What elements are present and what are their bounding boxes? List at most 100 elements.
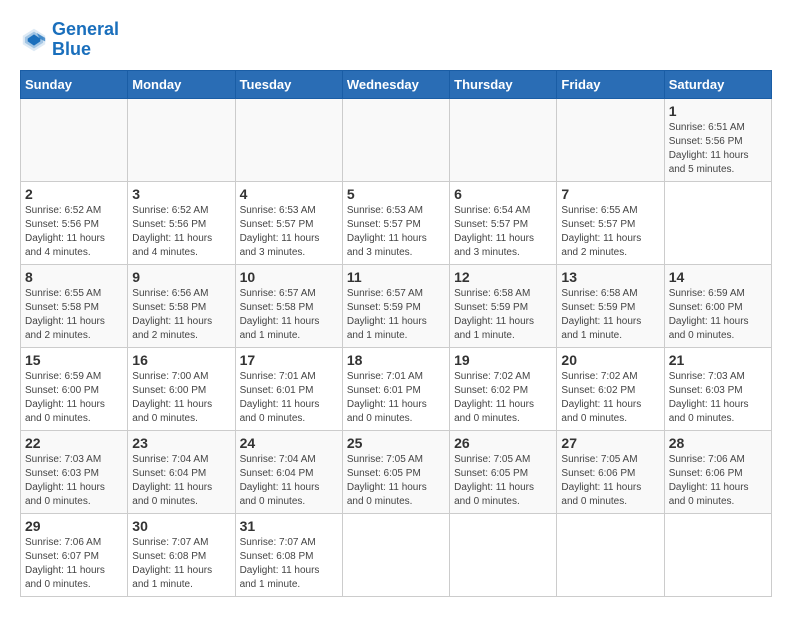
day-number: 8 — [25, 269, 123, 285]
header-cell-friday: Friday — [557, 70, 664, 98]
day-cell — [128, 98, 235, 181]
header-row: SundayMondayTuesdayWednesdayThursdayFrid… — [21, 70, 772, 98]
day-info: Sunrise: 7:01 AM Sunset: 6:01 PM Dayligh… — [347, 370, 445, 426]
day-cell — [450, 98, 557, 181]
day-info: Sunrise: 6:58 AM Sunset: 5:59 PM Dayligh… — [454, 287, 552, 343]
day-number: 26 — [454, 435, 552, 451]
day-cell: 11Sunrise: 6:57 AM Sunset: 5:59 PM Dayli… — [342, 264, 449, 347]
week-row-2: 2 Sunrise: 6:52 AM Sunset: 5:56 PM Daylig… — [21, 181, 772, 264]
day-number: 21 — [669, 352, 767, 368]
day-info: Sunrise: 6:56 AM Sunset: 5:58 PM Dayligh… — [132, 287, 230, 343]
day-info: Sunrise: 7:02 AM Sunset: 6:02 PM Dayligh… — [561, 370, 659, 426]
day-info: Sunrise: 6:54 AM Sunset: 5:57 PM Dayligh… — [454, 204, 552, 260]
day-number: 5 — [347, 186, 445, 202]
day-cell: 15 Sunrise: 6:59 AM Sunset: 6:00 PM Dayli… — [21, 347, 128, 430]
day-cell: 9 Sunrise: 6:56 AM Sunset: 5:58 PM Daylig… — [128, 264, 235, 347]
logo: General Blue — [20, 20, 119, 60]
day-number: 12 — [454, 269, 552, 285]
header-cell-saturday: Saturday — [664, 70, 771, 98]
day-number: 28 — [669, 435, 767, 451]
day-cell — [342, 98, 449, 181]
day-info: Sunrise: 6:57 AM Sunset: 5:58 PM Dayligh… — [240, 287, 338, 343]
day-cell: 27 Sunrise: 7:05 AM Sunset: 6:06 PM Dayli… — [557, 430, 664, 513]
day-info: Sunrise: 7:04 AM Sunset: 6:04 PM Dayligh… — [240, 453, 338, 509]
day-info: Sunrise: 6:58 AM Sunset: 5:59 PM Dayligh… — [561, 287, 659, 343]
day-info: Sunrise: 6:57 AM Sunset: 5:59 PM Dayligh… — [347, 287, 445, 343]
day-number: 25 — [347, 435, 445, 451]
day-cell: 6Sunrise: 6:54 AM Sunset: 5:57 PM Daylig… — [450, 181, 557, 264]
week-row-5: 22Sunrise: 7:03 AM Sunset: 6:03 PM Dayli… — [21, 430, 772, 513]
day-number: 9 — [132, 269, 230, 285]
day-cell — [235, 98, 342, 181]
logo-text: General Blue — [52, 20, 119, 60]
calendar-body: 1 Sunrise: 6:51 AM Sunset: 5:56 PM Daylig… — [21, 98, 772, 596]
day-number: 18 — [347, 352, 445, 368]
day-info: Sunrise: 6:59 AM Sunset: 6:00 PM Dayligh… — [669, 287, 767, 343]
day-cell: 13 Sunrise: 6:58 AM Sunset: 5:59 PM Dayli… — [557, 264, 664, 347]
header-cell-tuesday: Tuesday — [235, 70, 342, 98]
day-cell: 26Sunrise: 7:05 AM Sunset: 6:05 PM Dayli… — [450, 430, 557, 513]
day-info: Sunrise: 6:52 AM Sunset: 5:56 PM Dayligh… — [25, 204, 123, 260]
day-info: Sunrise: 7:03 AM Sunset: 6:03 PM Dayligh… — [25, 453, 123, 509]
day-cell: 19 Sunrise: 7:02 AM Sunset: 6:02 PM Dayli… — [450, 347, 557, 430]
day-info: Sunrise: 7:05 AM Sunset: 6:06 PM Dayligh… — [561, 453, 659, 509]
day-number: 2 — [25, 186, 123, 202]
day-cell — [21, 98, 128, 181]
day-cell: 22Sunrise: 7:03 AM Sunset: 6:03 PM Dayli… — [21, 430, 128, 513]
day-cell — [664, 513, 771, 596]
day-cell: 12 Sunrise: 6:58 AM Sunset: 5:59 PM Dayli… — [450, 264, 557, 347]
day-cell: 28 Sunrise: 7:06 AM Sunset: 6:06 PM Dayli… — [664, 430, 771, 513]
day-number: 27 — [561, 435, 659, 451]
day-cell: 4Sunrise: 6:53 AM Sunset: 5:57 PM Daylig… — [235, 181, 342, 264]
day-info: Sunrise: 7:07 AM Sunset: 6:08 PM Dayligh… — [132, 536, 230, 592]
day-info: Sunrise: 7:04 AM Sunset: 6:04 PM Dayligh… — [132, 453, 230, 509]
day-cell: 23Sunrise: 7:04 AM Sunset: 6:04 PM Dayli… — [128, 430, 235, 513]
day-cell: 25 Sunrise: 7:05 AM Sunset: 6:05 PM Dayli… — [342, 430, 449, 513]
day-cell: 18 Sunrise: 7:01 AM Sunset: 6:01 PM Dayli… — [342, 347, 449, 430]
week-row-4: 15 Sunrise: 6:59 AM Sunset: 6:00 PM Dayli… — [21, 347, 772, 430]
calendar-header: SundayMondayTuesdayWednesdayThursdayFrid… — [21, 70, 772, 98]
day-cell: 8 Sunrise: 6:55 AM Sunset: 5:58 PM Daylig… — [21, 264, 128, 347]
header-cell-wednesday: Wednesday — [342, 70, 449, 98]
day-cell — [557, 513, 664, 596]
day-cell: 16 Sunrise: 7:00 AM Sunset: 6:00 PM Dayli… — [128, 347, 235, 430]
day-info: Sunrise: 7:02 AM Sunset: 6:02 PM Dayligh… — [454, 370, 552, 426]
day-info: Sunrise: 6:53 AM Sunset: 5:57 PM Dayligh… — [240, 204, 338, 260]
day-cell: 2 Sunrise: 6:52 AM Sunset: 5:56 PM Daylig… — [21, 181, 128, 264]
day-number: 13 — [561, 269, 659, 285]
header-cell-sunday: Sunday — [21, 70, 128, 98]
day-info: Sunrise: 7:05 AM Sunset: 6:05 PM Dayligh… — [347, 453, 445, 509]
day-number: 3 — [132, 186, 230, 202]
day-info: Sunrise: 7:00 AM Sunset: 6:00 PM Dayligh… — [132, 370, 230, 426]
day-info: Sunrise: 6:59 AM Sunset: 6:00 PM Dayligh… — [25, 370, 123, 426]
day-info: Sunrise: 7:06 AM Sunset: 6:07 PM Dayligh… — [25, 536, 123, 592]
day-number: 7 — [561, 186, 659, 202]
day-number: 14 — [669, 269, 767, 285]
day-cell: 3 Sunrise: 6:52 AM Sunset: 5:56 PM Daylig… — [128, 181, 235, 264]
day-number: 1 — [669, 103, 767, 119]
day-number: 17 — [240, 352, 338, 368]
day-number: 24 — [240, 435, 338, 451]
day-cell — [664, 181, 771, 264]
day-cell: 5 Sunrise: 6:53 AM Sunset: 5:57 PM Daylig… — [342, 181, 449, 264]
week-row-3: 8 Sunrise: 6:55 AM Sunset: 5:58 PM Daylig… — [21, 264, 772, 347]
day-number: 16 — [132, 352, 230, 368]
day-cell: 17Sunrise: 7:01 AM Sunset: 6:01 PM Dayli… — [235, 347, 342, 430]
day-number: 10 — [240, 269, 338, 285]
day-number: 29 — [25, 518, 123, 534]
day-number: 19 — [454, 352, 552, 368]
calendar-table: SundayMondayTuesdayWednesdayThursdayFrid… — [20, 70, 772, 597]
day-info: Sunrise: 6:55 AM Sunset: 5:58 PM Dayligh… — [25, 287, 123, 343]
day-info: Sunrise: 7:06 AM Sunset: 6:06 PM Dayligh… — [669, 453, 767, 509]
day-number: 30 — [132, 518, 230, 534]
page-header: General Blue — [20, 20, 772, 60]
day-info: Sunrise: 6:52 AM Sunset: 5:56 PM Dayligh… — [132, 204, 230, 260]
day-number: 15 — [25, 352, 123, 368]
day-cell: 14 Sunrise: 6:59 AM Sunset: 6:00 PM Dayli… — [664, 264, 771, 347]
week-row-6: 29 Sunrise: 7:06 AM Sunset: 6:07 PM Dayli… — [21, 513, 772, 596]
day-cell: 1 Sunrise: 6:51 AM Sunset: 5:56 PM Daylig… — [664, 98, 771, 181]
day-info: Sunrise: 6:53 AM Sunset: 5:57 PM Dayligh… — [347, 204, 445, 260]
day-info: Sunrise: 7:07 AM Sunset: 6:08 PM Dayligh… — [240, 536, 338, 592]
day-cell: 30 Sunrise: 7:07 AM Sunset: 6:08 PM Dayli… — [128, 513, 235, 596]
day-info: Sunrise: 6:51 AM Sunset: 5:56 PM Dayligh… — [669, 121, 767, 177]
